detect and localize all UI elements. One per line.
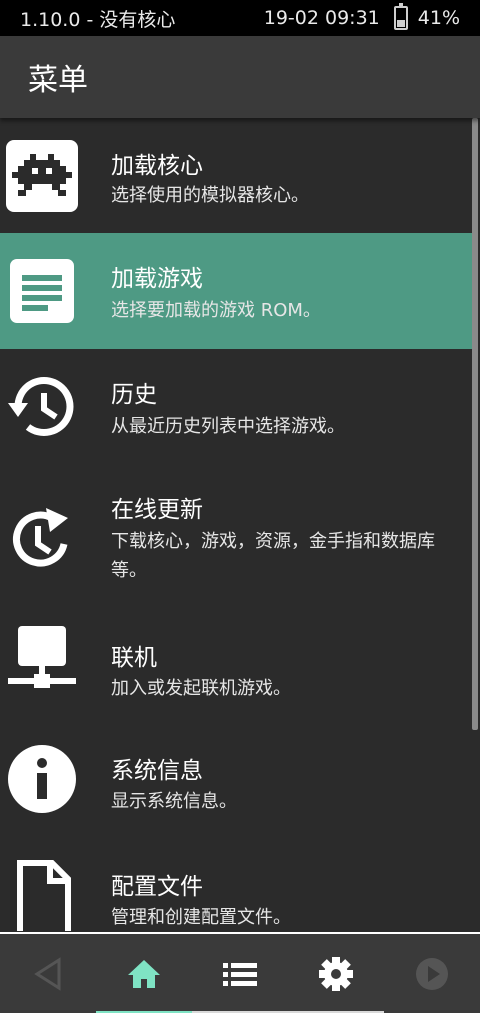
network-icon — [8, 626, 76, 688]
update-icon — [13, 508, 68, 567]
menu-item-title: 在线更新 — [111, 497, 203, 523]
home-icon — [128, 960, 160, 988]
menu-item-subtitle: 选择使用的模拟器核心。 — [111, 185, 309, 206]
menu-item-subtitle: 管理和创建配置文件。 — [111, 907, 291, 928]
menu-item-title: 系统信息 — [111, 758, 203, 784]
retroarch-invader-icon — [6, 140, 78, 212]
nav-back-button[interactable] — [24, 952, 72, 996]
menu-item-subtitle: 加入或发起联机游戏。 — [111, 678, 291, 699]
status-datetime: 19-02 09:31 — [263, 7, 380, 29]
page-title: 菜单 — [28, 63, 88, 98]
bottom-navigation — [0, 932, 480, 1013]
menu-item-subtitle: 显示系统信息。 — [111, 791, 237, 812]
menu-item-load-game[interactable]: 加载游戏 选择要加载的游戏 ROM。 — [0, 233, 472, 349]
status-bar: 1.10.0 - 没有核心 19-02 09:31 41% — [0, 0, 480, 36]
menu-scrollbar[interactable] — [472, 118, 478, 730]
battery-percent: 41% — [417, 7, 460, 29]
menu-item-title: 历史 — [111, 382, 157, 408]
menu-item-subtitle: 从最近历史列表中选择游戏。 — [111, 416, 345, 437]
menu-item-title: 配置文件 — [111, 874, 203, 900]
menu-item-history[interactable]: 历史 从最近历史列表中选择游戏。 — [0, 349, 472, 464]
status-app-version: 1.10.0 - 没有核心 — [20, 8, 176, 31]
menu-item-config-file[interactable]: 配置文件 管理和创建配置文件。 — [0, 831, 472, 932]
back-triangle-icon — [34, 957, 61, 991]
menu-item-online-updater[interactable]: 在线更新 下载核心，游戏，资源，金手指和数据库等。 — [0, 464, 472, 600]
menu-item-load-core[interactable]: 加载核心 选择使用的模拟器核心。 — [0, 118, 472, 233]
info-icon — [8, 745, 76, 813]
play-icon — [416, 958, 448, 990]
history-icon — [8, 377, 74, 436]
status-right: 19-02 09:31 41% — [263, 3, 460, 30]
file-icon — [17, 860, 71, 931]
gear-icon — [319, 957, 353, 991]
main-menu-list[interactable]: 加载核心 选择使用的模拟器核心。 加载游戏 选择要加载的游戏 ROM。 历史 从… — [0, 118, 480, 932]
nav-resume-button[interactable] — [408, 952, 456, 996]
app-header: 菜单 — [0, 36, 480, 118]
list-icon — [223, 963, 257, 986]
document-icon — [10, 259, 74, 323]
menu-item-title: 联机 — [111, 645, 157, 671]
battery-icon — [393, 3, 408, 30]
menu-item-title: 加载核心 — [111, 153, 203, 179]
menu-item-title: 加载游戏 — [111, 266, 203, 292]
menu-item-information[interactable]: 系统信息 显示系统信息。 — [0, 715, 472, 831]
menu-item-subtitle: 下载核心，游戏，资源，金手指和数据库等。 — [111, 531, 435, 581]
nav-settings-button[interactable] — [312, 952, 360, 996]
menu-item-subtitle: 选择要加载的游戏 ROM。 — [111, 300, 321, 321]
menu-item-netplay[interactable]: 联机 加入或发起联机游戏。 — [0, 600, 472, 715]
nav-playlists-button[interactable] — [216, 952, 264, 996]
nav-home-button[interactable] — [120, 952, 168, 996]
